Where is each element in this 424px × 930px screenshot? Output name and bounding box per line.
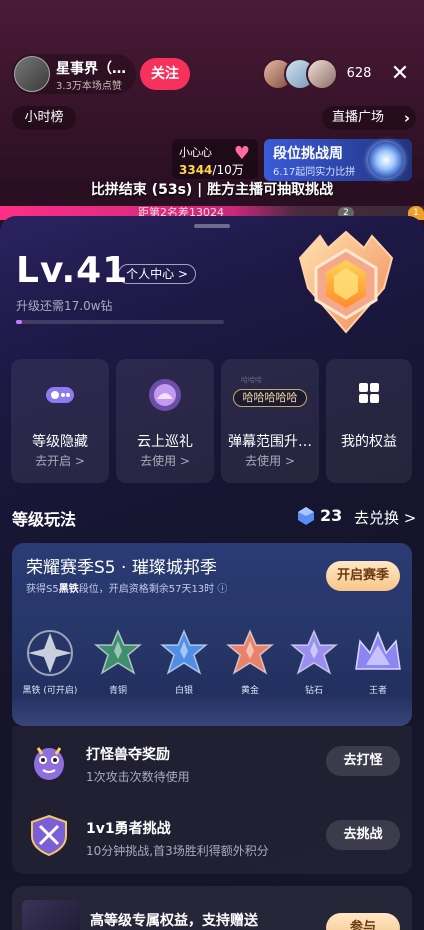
avatar[interactable] <box>306 58 338 90</box>
level-title: Lv.41 <box>16 250 129 291</box>
tier-label: 王者 <box>368 686 387 696</box>
season-sub: 获得S5黑铁段位，开启资格剩余57天13时 ⓘ <box>26 580 227 595</box>
tier-icon <box>289 629 339 675</box>
level-badge-icon <box>280 228 412 334</box>
card-action[interactable]: 去使用 > <box>116 452 214 469</box>
tier-label: 钻石 <box>304 686 323 696</box>
live-plaza-label: 直播广场 <box>332 110 385 125</box>
rank-challenge-week-banner[interactable]: 段位挑战周 6.17起同实力比拼 <box>264 139 412 181</box>
viewer-count[interactable]: 628 <box>342 64 376 84</box>
tier-icon <box>27 630 73 676</box>
toggle-icon <box>42 377 78 413</box>
host-avatar[interactable] <box>14 56 50 92</box>
task-sub: 10分钟挑战,首3场胜利得额外积分 <box>86 844 269 858</box>
season-tier-badge[interactable]: 白银 <box>158 629 210 696</box>
rank-week-title: 段位挑战周 <box>273 146 343 162</box>
tier-label: 黄金 <box>240 686 259 696</box>
tier-label: 黑铁 (可开启) <box>22 686 78 696</box>
live-plaza-button[interactable]: 直播广场 › <box>322 106 416 130</box>
task-title: 打怪兽夺奖励 <box>86 747 170 763</box>
sword-shield-icon <box>26 812 72 858</box>
tier-label: 青铜 <box>108 686 127 696</box>
card-my-benefits[interactable]: 我的权益 <box>326 359 412 483</box>
heart-total: /10万 <box>212 163 244 177</box>
join-button[interactable]: 参与 <box>326 913 400 930</box>
heart-label: 小心心 <box>179 146 212 159</box>
pk-status-text: 比拼结束 (53s) | 胜方主播可抽取挑战 <box>90 182 334 198</box>
rank-week-sub: 6.17起同实力比拼 <box>273 167 356 178</box>
close-icon[interactable]: ✕ <box>388 62 412 86</box>
go-challenge-button[interactable]: 去挑战 <box>326 820 400 850</box>
card-danmaku-range[interactable]: 哈哈哈 哈哈哈哈哈 弹幕范围升… 去使用 > <box>221 359 319 483</box>
season-title: 荣耀赛季S5 · 璀璨城邦季 <box>26 558 217 578</box>
host-info[interactable]: 星事界（… 3.3万本场点赞 <box>12 54 136 94</box>
heart-progress-widget[interactable]: 小心心 ♥ 3344/10万 <box>172 139 258 179</box>
danmaku-bubble: 哈哈哈哈哈 <box>233 389 307 407</box>
season-glow <box>12 693 412 726</box>
upgrade-hint: 升级还需17.0w钻 <box>16 299 113 313</box>
gem-icon <box>296 506 316 526</box>
task-list: 打怪兽夺奖励 1次攻击次数待使用 去打怪 1v1勇者挑战 10分钟挑战,首3场胜… <box>12 726 412 874</box>
host-name: 星事界（… <box>56 61 126 77</box>
personal-center-button[interactable]: 个人中心 > <box>118 264 196 284</box>
benefit-thumbnail <box>22 900 80 930</box>
tier-icon <box>225 629 275 675</box>
season-tier-badge[interactable]: 王者 <box>352 629 404 696</box>
card-action[interactable]: 去开启 > <box>11 452 109 469</box>
season-sub-suffix: 段位，开启资格剩余57天13时 ⓘ <box>78 584 228 595</box>
danmaku-bg-text: 哈哈哈 <box>241 376 262 384</box>
season-tier-badge[interactable]: 黑铁 (可开启) <box>23 629 77 696</box>
card-action[interactable]: 去使用 > <box>221 452 319 469</box>
tier-label: 白银 <box>174 686 193 696</box>
premium-benefit-item[interactable]: 高等级专属权益，支持赠送 参与 <box>12 886 412 930</box>
gem-count: 23 <box>320 506 343 525</box>
list-item[interactable]: 1v1勇者挑战 10分钟挑战,首3场胜利得额外积分 去挑战 <box>12 804 412 878</box>
exchange-button[interactable]: 去兑换 > <box>354 507 416 528</box>
follow-button[interactable]: 关注 <box>140 58 190 90</box>
task-title: 1v1勇者挑战 <box>86 821 171 837</box>
card-title: 等级隐藏 <box>32 434 88 450</box>
heart-value: 3344 <box>179 163 213 177</box>
viewer-avatars[interactable] <box>262 58 338 90</box>
cloud-parade-icon <box>147 377 183 413</box>
tier-icon <box>355 630 401 670</box>
section-title: 等级玩法 <box>12 510 77 529</box>
hourly-rank-button[interactable]: 小时榜 <box>12 106 76 130</box>
card-cloud-parade[interactable]: 云上巡礼 去使用 > <box>116 359 214 483</box>
benefit-title: 高等级专属权益，支持赠送 <box>90 913 258 929</box>
card-title: 云上巡礼 <box>137 434 193 450</box>
list-item[interactable]: 打怪兽夺奖励 1次攻击次数待使用 去打怪 <box>12 730 412 804</box>
grid-icon <box>351 377 387 413</box>
season-tier-badge[interactable]: 青铜 <box>92 629 144 696</box>
compass-emblem-icon <box>368 142 404 178</box>
season-tier-badge[interactable]: 黄金 <box>224 629 276 696</box>
sheet-drag-handle[interactable] <box>194 224 230 228</box>
open-season-button[interactable]: 开启赛季 <box>326 561 400 591</box>
tier-icon <box>159 629 209 675</box>
task-sub: 1次攻击次数待使用 <box>86 770 190 784</box>
chevron-right-icon: › <box>403 109 410 127</box>
level-progress-fill <box>16 320 23 324</box>
season-sub-tier: 黑铁 <box>58 584 79 595</box>
monster-icon <box>26 738 72 784</box>
season-card[interactable]: 荣耀赛季S5 · 璀璨城邦季 获得S5黑铁段位，开启资格剩余57天13时 ⓘ 开… <box>12 543 412 726</box>
card-title: 弹幕范围升… <box>228 434 312 450</box>
host-likes: 3.3万本场点赞 <box>56 81 122 92</box>
season-sub-prefix: 获得S5 <box>26 584 59 595</box>
danmaku-icon: 哈哈哈 哈哈哈哈哈 <box>229 376 311 413</box>
go-fight-button[interactable]: 去打怪 <box>326 746 400 776</box>
tier-icon <box>93 629 143 675</box>
card-level-hide[interactable]: 等级隐藏 去开启 > <box>11 359 109 483</box>
card-title: 我的权益 <box>341 434 397 450</box>
level-progress-bar <box>16 320 224 324</box>
season-tier-badge[interactable]: 钻石 <box>288 629 340 696</box>
